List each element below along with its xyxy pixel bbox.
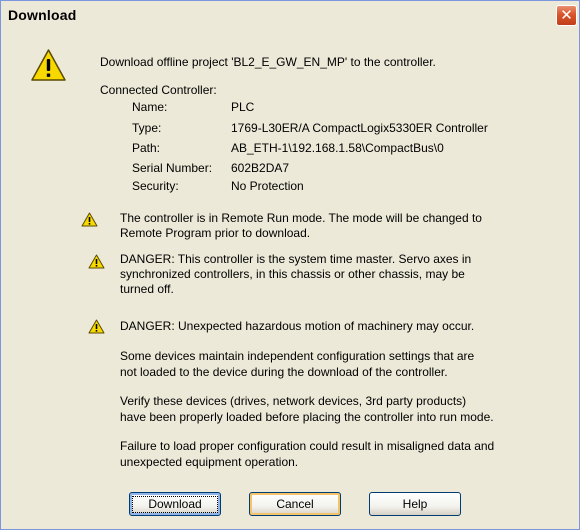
remote-run-warning-line2: Remote Program prior to download.: [120, 226, 311, 240]
close-button[interactable]: ✕: [556, 5, 577, 26]
help-button-label: Help: [402, 496, 428, 511]
time-master-warning-icon: [88, 254, 105, 269]
cancel-button[interactable]: Cancel: [249, 492, 341, 516]
serial-number-value: 602B2DA7: [231, 161, 290, 175]
hazardous-motion-warning: DANGER: Unexpected hazardous motion of m…: [120, 319, 475, 333]
note-independent-settings-line2: not loaded to the device during the down…: [120, 365, 448, 379]
serial-number-label: Serial Number:: [132, 161, 213, 175]
help-button[interactable]: Help: [369, 492, 461, 516]
title-bar[interactable]: Download ✕: [1, 1, 579, 29]
path-value: AB_ETH-1\192.168.1.58\CompactBus\0: [231, 141, 444, 155]
security-value: No Protection: [231, 179, 304, 193]
connected-controller-heading: Connected Controller:: [100, 83, 217, 97]
large-warning-icon: [31, 49, 66, 81]
download-button[interactable]: Download: [129, 492, 221, 516]
window-title: Download: [8, 7, 77, 23]
download-dialog: Download ✕ Download offline project 'BL2…: [0, 0, 580, 530]
note-verify-devices-line2: have been properly loaded before placing…: [120, 410, 494, 424]
download-button-label: Download: [130, 494, 220, 515]
intro-text: Download offline project 'BL2_E_GW_EN_MP…: [100, 55, 436, 69]
type-value: 1769-L30ER/A CompactLogix5330ER Controll…: [231, 121, 488, 135]
time-master-warning-line1: DANGER: This controller is the system ti…: [120, 252, 472, 266]
name-value: PLC: [231, 100, 255, 114]
note-failure-line1: Failure to load proper configuration cou…: [120, 439, 495, 453]
remote-run-warning-line1: The controller is in Remote Run mode. Th…: [120, 211, 482, 225]
time-master-warning-line2: synchronized controllers, in this chassi…: [120, 267, 465, 281]
path-label: Path:: [132, 141, 161, 155]
name-label: Name:: [132, 100, 168, 114]
hazardous-motion-warning-icon: [88, 319, 105, 334]
time-master-warning-line3: turned off.: [120, 282, 174, 296]
remote-run-warning-icon: [81, 212, 98, 227]
type-label: Type:: [132, 121, 162, 135]
close-icon: ✕: [560, 6, 573, 24]
note-independent-settings-line1: Some devices maintain independent config…: [120, 349, 475, 363]
note-verify-devices-line1: Verify these devices (drives, network de…: [120, 394, 467, 408]
security-label: Security:: [132, 179, 179, 193]
note-failure-line2: unexpected equipment operation.: [120, 455, 299, 469]
dialog-body: Download offline project 'BL2_E_GW_EN_MP…: [1, 29, 579, 529]
cancel-button-label: Cancel: [276, 496, 314, 511]
